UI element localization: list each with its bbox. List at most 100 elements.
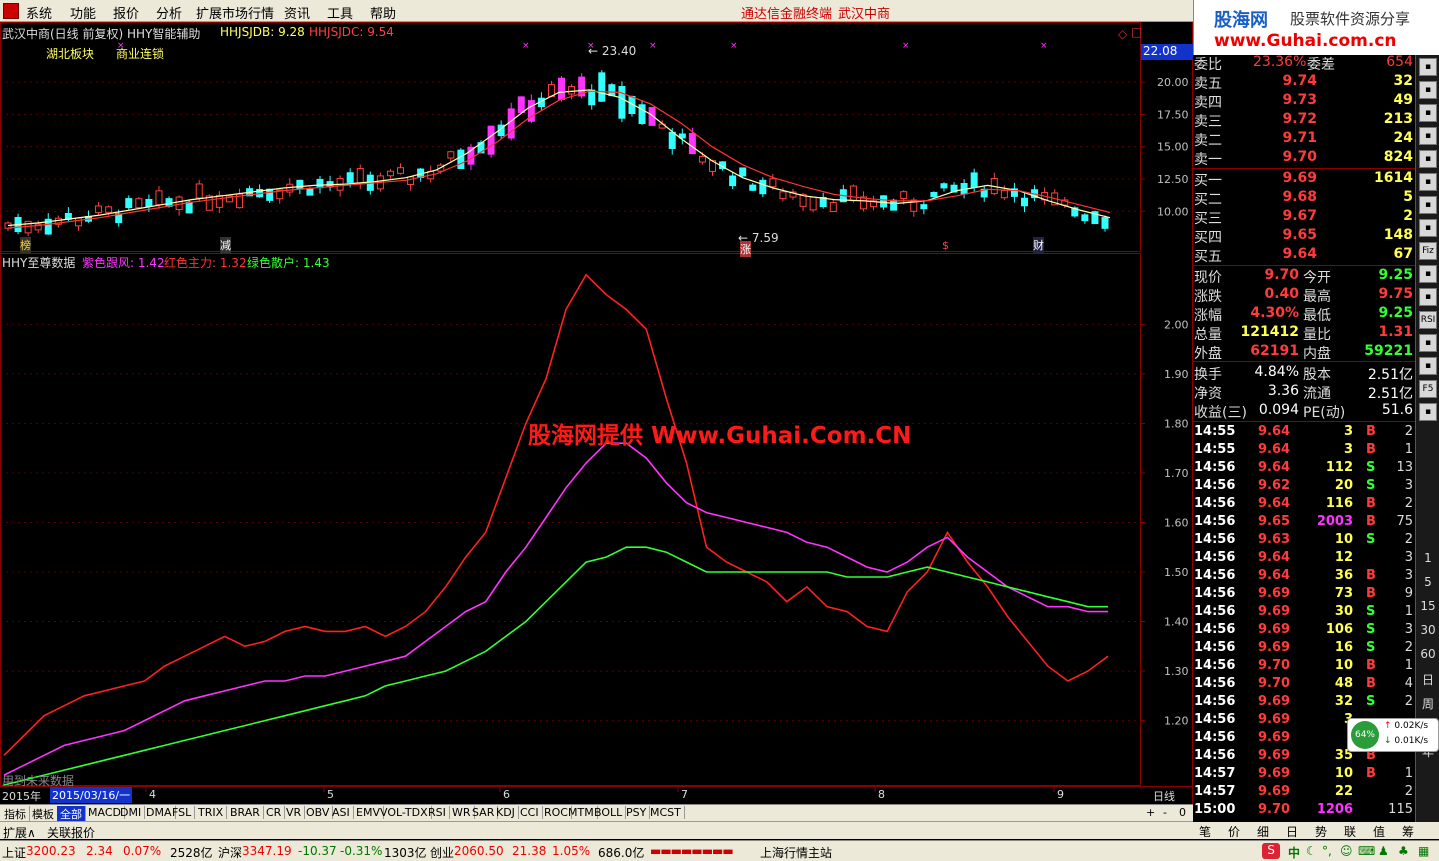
bars-icon[interactable]: ▪ [1419, 150, 1437, 168]
tick-row[interactable]: 14:56 9.70 48 B 4 [1193, 675, 1415, 694]
sector-tag-hubei[interactable]: 湖北板块 [46, 45, 94, 62]
sh-index-label[interactable]: 上证 [2, 844, 26, 861]
close-panel-icon[interactable]: □ [1131, 25, 1142, 39]
bars2-icon[interactable]: ▪ [1419, 403, 1437, 421]
indicator-tab[interactable]: CR [263, 806, 286, 819]
tick-row[interactable]: 14:56 9.63 10 S 2 [1193, 531, 1415, 550]
brand-banner[interactable]: 股海网 股票软件资源分享 www.Guhai.com.cn [1193, 0, 1439, 55]
tick-row[interactable]: 14:56 9.64 36 B 3 [1193, 567, 1415, 586]
menu-analysis[interactable]: 分析 [156, 3, 182, 22]
event-marker[interactable]: 涨 [740, 241, 751, 257]
bid-row[interactable]: 买二 9.68 5 [1193, 188, 1415, 208]
tick-row[interactable]: 14:56 9.64 112 S 13 [1193, 459, 1415, 478]
indicator-tab[interactable]: TRIX [195, 806, 228, 819]
fund-row[interactable]: 换手 4.84% 股本 2.51亿 [1193, 363, 1415, 383]
tool-icon[interactable]: ▪ [1419, 81, 1437, 99]
network-gauge[interactable]: 64% ↑ 0.02K/s ↓ 0.01K/s [1347, 718, 1439, 752]
tick-row[interactable]: 14:56 9.69 16 S 2 [1193, 639, 1415, 658]
ime-mode[interactable]: 中 [1288, 844, 1300, 861]
indicator-tab[interactable]: RSI [425, 806, 450, 819]
tick-row[interactable]: 14:55 9.64 3 B 2 [1193, 423, 1415, 442]
period-button[interactable]: 15 [1416, 599, 1439, 613]
tick-row[interactable]: 14:56 9.69 73 B 9 [1193, 585, 1415, 604]
bid-row[interactable]: 买三 9.67 2 [1193, 207, 1415, 227]
quote-tab[interactable]: 值 [1373, 823, 1385, 840]
sogou-ime-icon[interactable]: S [1262, 843, 1280, 859]
indicator-tab[interactable]: ASI [329, 806, 354, 819]
smile-icon[interactable]: ☺ [1340, 844, 1353, 858]
quote-tab[interactable]: 价 [1228, 823, 1240, 840]
period-button[interactable]: 60 [1416, 647, 1439, 661]
fiz-icon[interactable]: Fiz [1419, 242, 1437, 260]
menu-extended-market[interactable]: 扩展市场行情 [196, 3, 274, 22]
indicator-tab[interactable]: 模板 [29, 806, 58, 822]
tick-row[interactable]: 14:56 9.64 116 B 2 [1193, 495, 1415, 514]
cost-icon[interactable]: ▪ [1419, 288, 1437, 306]
quote-tab[interactable]: 笔 [1199, 823, 1211, 840]
menu-help[interactable]: 帮助 [370, 3, 396, 22]
period-button[interactable]: 1 [1416, 551, 1439, 565]
period-button[interactable]: 日 [1416, 671, 1439, 688]
zoom-out-button[interactable]: - [1163, 806, 1167, 819]
tick-row[interactable]: 14:57 9.69 22 2 [1193, 783, 1415, 802]
grid-icon[interactable]: ▪ [1419, 265, 1437, 283]
menu-news[interactable]: 资讯 [284, 3, 310, 22]
quote-tab[interactable]: 筹 [1402, 823, 1414, 840]
chart-area[interactable]: × × × × × × × 10.0012.5015.0017.5020.001.201.3… [0, 22, 1193, 806]
punct-icon[interactable]: °, [1322, 844, 1332, 858]
period-button[interactable]: 30 [1416, 623, 1439, 637]
quote-tab[interactable]: 势 [1315, 823, 1327, 840]
indicator-tab[interactable]: 指标 [1, 806, 30, 822]
tick-row[interactable]: 14:56 9.70 10 B 1 [1193, 657, 1415, 676]
indicator-tab[interactable]: CCI [517, 806, 543, 819]
quote-tab[interactable]: 细 [1257, 823, 1269, 840]
menu-tools[interactable]: 工具 [327, 3, 353, 22]
indicator-tab[interactable]: VR [283, 806, 306, 819]
ask-row[interactable]: 卖五 9.74 32 [1193, 72, 1415, 92]
moon-icon[interactable]: ☾ [1306, 844, 1317, 858]
user-icon[interactable]: ♟ [1378, 844, 1389, 858]
event-marker[interactable]: 榜 [20, 237, 31, 253]
fund-row[interactable]: 收益(三) 0.094 PE(动) 51.6 [1193, 401, 1415, 421]
zoom-in-button[interactable]: + [1146, 806, 1155, 819]
lines-icon[interactable]: ▪ [1419, 219, 1437, 237]
bid-row[interactable]: 买一 9.69 1614 [1193, 169, 1415, 189]
tick-row[interactable]: 14:57 9.69 10 B 1 [1193, 765, 1415, 784]
tick-row[interactable]: 15:00 9.70 1206 115 [1193, 801, 1415, 820]
stat-row[interactable]: 总量 121412 量比 1.31 [1193, 323, 1415, 343]
event-marker[interactable]: 减 [220, 237, 231, 253]
indicator-tab[interactable]: MCST [647, 806, 685, 819]
window-icon[interactable]: ▪ [1419, 104, 1437, 122]
tick-row[interactable]: 14:56 9.62 20 S 3 [1193, 477, 1415, 496]
menu-function[interactable]: 功能 [70, 3, 96, 22]
tick-row[interactable]: 14:56 9.69 106 S 3 [1193, 621, 1415, 640]
keyboard-icon[interactable]: ⌨ [1358, 844, 1375, 858]
indicator-tab[interactable]: BRAR [227, 806, 264, 819]
extend-button[interactable]: 扩展∧ [3, 824, 36, 841]
period-button[interactable]: 周 [1416, 695, 1439, 712]
indicator-tab[interactable]: VOL-TDX [377, 806, 432, 819]
dot-icon[interactable]: ▪ [1419, 334, 1437, 352]
list-icon[interactable]: ▪ [1419, 127, 1437, 145]
menu-system[interactable]: 系统 [26, 3, 52, 22]
fund-row[interactable]: 净资 3.36 流通 2.51亿 [1193, 382, 1415, 402]
zoom-reset-button[interactable]: 0 [1179, 806, 1186, 819]
cy-index-label[interactable]: 创业 [430, 844, 454, 861]
stat-row[interactable]: 涨幅 4.30% 最低 9.25 [1193, 304, 1415, 324]
shirt-icon[interactable]: ♣ [1398, 844, 1409, 858]
rsi-icon[interactable]: RSI [1419, 311, 1437, 329]
chart-icon[interactable]: ▪ [1419, 196, 1437, 214]
stat-row[interactable]: 外盘 62191 内盘 59221 [1193, 342, 1415, 362]
quote-header[interactable]: 委比 23.36% 委差 654 [1193, 53, 1415, 73]
stat-row[interactable]: 现价 9.70 今开 9.25 [1193, 266, 1415, 286]
event-marker[interactable]: $ [942, 239, 949, 252]
app-logo-icon[interactable] [3, 3, 19, 19]
tick-row[interactable]: 14:56 9.69 32 S 2 [1193, 693, 1415, 712]
tick-row[interactable]: 14:55 9.64 3 B 1 [1193, 441, 1415, 460]
event-marker[interactable]: 财 [1033, 237, 1044, 253]
tick-row[interactable]: 14:56 9.64 12 3 [1193, 549, 1415, 568]
quote-tab[interactable]: 联 [1344, 823, 1356, 840]
tick-row[interactable]: 14:56 9.65 2003 B 75 [1193, 513, 1415, 532]
sector-tag-retail[interactable]: 商业连锁 [116, 45, 164, 62]
grid-icon[interactable]: ▦ [1418, 844, 1429, 858]
